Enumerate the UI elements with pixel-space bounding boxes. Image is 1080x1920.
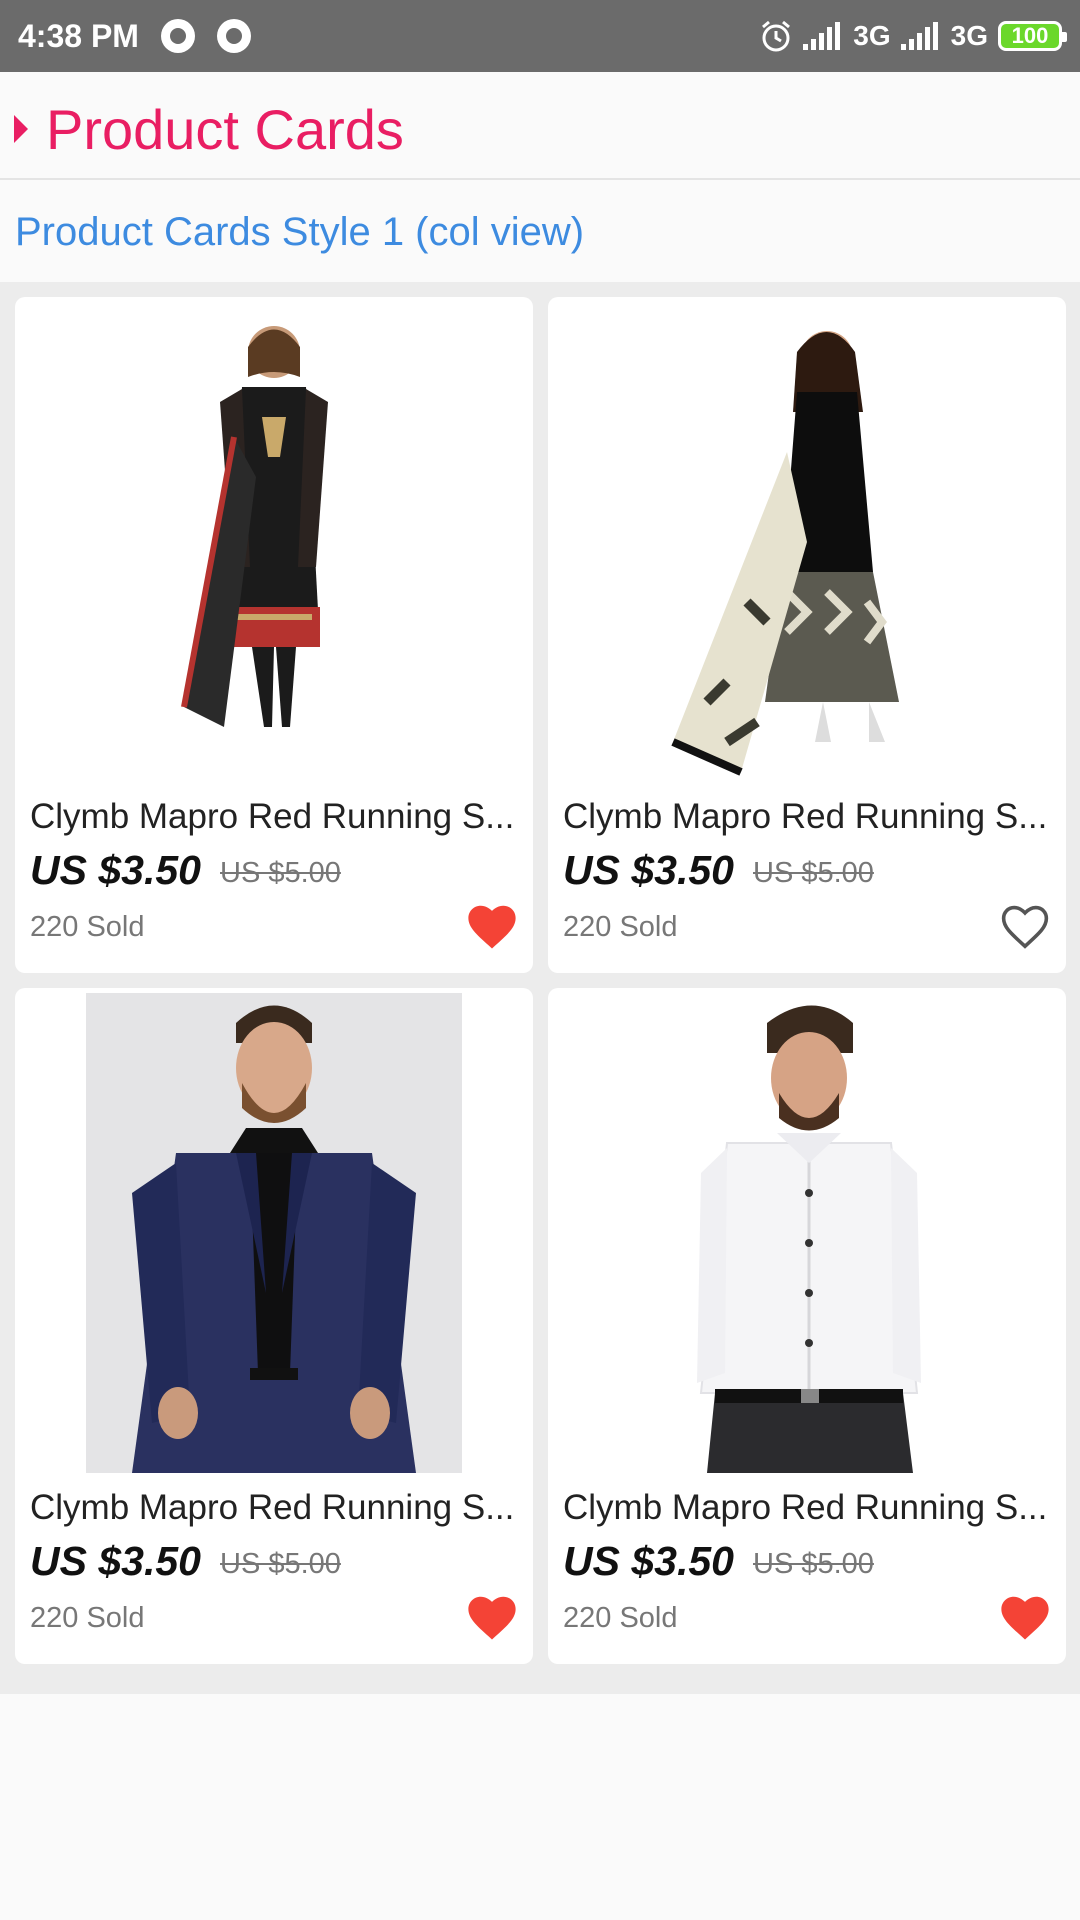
product-sold-count: 220 Sold	[30, 911, 145, 943]
product-image[interactable]	[548, 988, 1066, 1478]
notification-icon	[160, 19, 195, 53]
product-image[interactable]	[15, 988, 533, 1478]
network-type-label: 3G	[950, 20, 988, 51]
heart-outline-icon[interactable]	[998, 901, 1052, 951]
heart-filled-icon[interactable]	[465, 901, 519, 951]
product-sold-count: 220 Sold	[563, 911, 678, 943]
heart-filled-icon[interactable]	[465, 1592, 519, 1642]
product-image[interactable]	[15, 297, 533, 787]
product-card[interactable]: Clymb Mapro Red Running S... US $3.50 US…	[15, 988, 533, 1664]
section-title: Product Cards	[46, 97, 404, 161]
product-card[interactable]: Clymb Mapro Red Running S... US $3.50 US…	[548, 988, 1066, 1664]
battery-icon: 100	[998, 21, 1067, 51]
product-name[interactable]: Clymb Mapro Red Running S...	[30, 1488, 514, 1528]
product-price: US $3.50	[563, 847, 734, 893]
signal-icon	[803, 22, 841, 50]
status-time: 4:38 PM	[18, 17, 139, 54]
woman-suit-image	[181, 326, 328, 727]
signal-icon	[900, 22, 938, 50]
product-name[interactable]: Clymb Mapro Red Running S...	[30, 797, 514, 837]
network-type-label: 3G	[853, 20, 891, 51]
alarm-icon	[762, 20, 791, 52]
product-old-price: US $5.00	[753, 857, 874, 889]
product-old-price: US $5.00	[220, 857, 341, 889]
caret-right-icon	[14, 115, 28, 143]
subheader-title: Product Cards Style 1 (col view)	[15, 209, 585, 254]
product-old-price: US $5.00	[753, 1548, 874, 1580]
subheader: Product Cards Style 1 (col view)	[0, 182, 1080, 282]
heart-filled-icon[interactable]	[998, 1592, 1052, 1642]
product-name[interactable]: Clymb Mapro Red Running S...	[563, 1488, 1047, 1528]
woman-patiala-image	[671, 331, 899, 776]
status-bar: 4:38 PM 3G 3G 100	[0, 0, 1080, 72]
man-blazer-image	[86, 993, 462, 1473]
product-price: US $3.50	[563, 1538, 734, 1584]
product-image[interactable]	[548, 297, 1066, 787]
product-name[interactable]: Clymb Mapro Red Running S...	[563, 797, 1047, 837]
section-header[interactable]: Product Cards	[0, 80, 1080, 180]
product-old-price: US $5.00	[220, 1548, 341, 1580]
product-card[interactable]: Clymb Mapro Red Running S... US $3.50 US…	[548, 297, 1066, 973]
product-grid: Clymb Mapro Red Running S... US $3.50 US…	[0, 282, 1080, 1694]
product-sold-count: 220 Sold	[563, 1602, 678, 1634]
man-white-shirt-image	[697, 1005, 921, 1473]
product-sold-count: 220 Sold	[30, 1602, 145, 1634]
product-price: US $3.50	[30, 1538, 201, 1584]
product-card[interactable]: Clymb Mapro Red Running S... US $3.50 US…	[15, 297, 533, 973]
notification-icon	[216, 19, 251, 53]
product-price: US $3.50	[30, 847, 201, 893]
